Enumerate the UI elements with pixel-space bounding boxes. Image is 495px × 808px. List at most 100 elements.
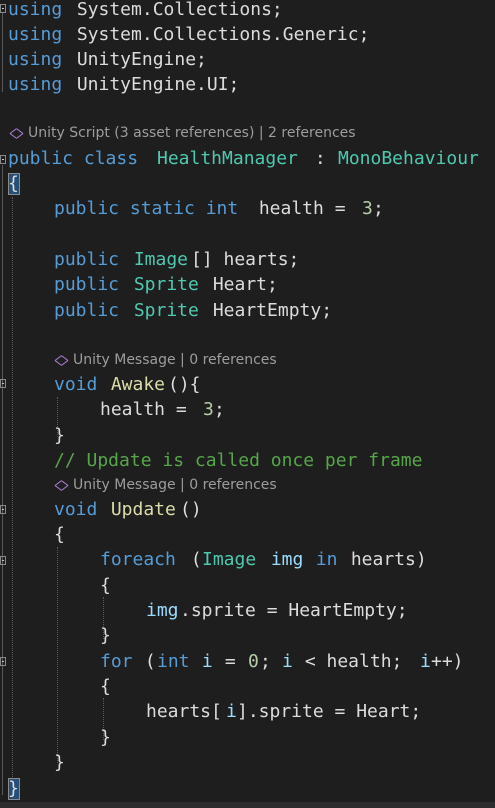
code-line[interactable]: hearts[ i ].sprite = Heart;: [0, 699, 421, 724]
variable: i: [420, 651, 431, 672]
code-line[interactable]: void Awake (){: [0, 372, 201, 397]
brace: }: [54, 425, 65, 446]
type-name: Sprite: [123, 274, 199, 295]
code-line[interactable]: foreach ( Image img in hearts): [0, 547, 427, 572]
code-line[interactable]: using System.Collections.Generic;: [0, 22, 369, 47]
code-line[interactable]: }: [0, 725, 111, 750]
variable: img: [146, 600, 179, 621]
punctuation: (: [180, 549, 202, 570]
punctuation: (: [134, 651, 156, 672]
keyword: public static int: [54, 198, 239, 219]
code-text: < health;: [294, 651, 414, 672]
code-line[interactable]: {: [0, 674, 111, 699]
keyword: public: [54, 274, 120, 295]
base-class: MonoBehaviour: [338, 148, 479, 169]
code-line[interactable]: {: [0, 171, 43, 196]
brace: }: [100, 727, 111, 748]
punctuation: ;: [260, 651, 282, 672]
brace: {: [8, 173, 19, 194]
variable: i: [282, 651, 293, 672]
keyword: using: [8, 49, 63, 70]
keyword: using: [8, 74, 63, 95]
code-editor[interactable]: using System.Collections; using System.C…: [0, 0, 495, 808]
keyword: int: [157, 651, 190, 672]
keyword: public class: [8, 148, 149, 169]
variable: i: [226, 701, 237, 722]
brace: {: [54, 524, 65, 545]
number: 3: [203, 399, 214, 420]
punctuation: ;: [214, 399, 225, 420]
code-text: .sprite = HeartEmpty;: [180, 600, 408, 621]
codelens-text: Unity Message | 0 references: [73, 477, 277, 493]
namespace: System.Collections;: [66, 0, 283, 20]
punctuation: (): [180, 499, 202, 520]
type-name: Image: [123, 249, 189, 270]
punctuation: =: [214, 651, 247, 672]
code-text: health =: [100, 399, 198, 420]
code-line[interactable]: for ( int i = 0 ; i < health; i ++): [0, 649, 464, 674]
keyword: public: [54, 249, 120, 270]
punctuation: (){: [168, 374, 201, 395]
code-line[interactable]: public static int health = 3 ;: [0, 196, 384, 221]
code-line[interactable]: health = 3 ;: [0, 397, 225, 422]
code-line[interactable]: using UnityEngine.UI;: [0, 72, 239, 97]
punctuation: ;: [373, 198, 384, 219]
code-text: health =: [248, 198, 357, 219]
punctuation: ++): [431, 651, 464, 672]
code-line[interactable]: using UnityEngine;: [0, 47, 207, 72]
codelens[interactable]: Unity Message | 0 references: [0, 473, 277, 498]
brace: {: [100, 575, 111, 596]
code-line[interactable]: public class HealthManager : MonoBehavio…: [0, 146, 479, 171]
code-line[interactable]: {: [0, 573, 111, 598]
code-line[interactable]: img .sprite = HeartEmpty;: [0, 598, 408, 623]
method-name: Update: [100, 499, 176, 520]
number: 3: [362, 198, 373, 219]
keyword: for: [100, 651, 133, 672]
method-name: Awake: [100, 374, 166, 395]
codelens-text: Unity Message | 0 references: [73, 352, 277, 368]
type-name: Sprite: [123, 300, 199, 321]
code-line[interactable]: public Sprite Heart;: [0, 272, 278, 297]
code-text: Heart;: [202, 274, 278, 295]
codelens-text: Unity Script (3 asset references) | 2 re…: [28, 125, 356, 141]
codelens[interactable]: Unity Message | 0 references: [0, 348, 277, 373]
namespace: UnityEngine.UI;: [66, 74, 240, 95]
code-line[interactable]: }: [0, 776, 43, 801]
namespace: System.Collections.Generic;: [66, 24, 370, 45]
keyword: foreach: [100, 549, 176, 570]
code-line[interactable]: }: [0, 623, 111, 648]
code-text: hearts[: [146, 701, 222, 722]
number: 0: [248, 651, 259, 672]
indent-guide: [57, 547, 58, 763]
variable: i: [191, 651, 213, 672]
code-text: [] hearts;: [191, 249, 300, 270]
codelens[interactable]: Unity Script (3 asset references) | 2 re…: [0, 121, 356, 146]
code-line[interactable]: // Update is called once per frame: [0, 448, 422, 473]
code-line[interactable]: using System.Collections;: [0, 0, 283, 22]
brace: }: [100, 625, 111, 646]
comment: // Update is called once per frame: [54, 450, 423, 471]
keyword: using: [8, 0, 63, 20]
class-name: HealthManager: [157, 148, 298, 169]
horizontal-scrollbar[interactable]: [0, 802, 495, 808]
keyword: in: [305, 549, 338, 570]
code-line[interactable]: public Sprite HeartEmpty;: [0, 298, 332, 323]
code-line[interactable]: }: [0, 423, 65, 448]
code-line[interactable]: }: [0, 750, 65, 775]
code-text: hearts): [340, 549, 427, 570]
brace: {: [100, 676, 111, 697]
brace: }: [54, 752, 65, 773]
keyword: using: [8, 24, 63, 45]
code-line[interactable]: public Image [] hearts;: [0, 247, 299, 272]
code-text: HeartEmpty;: [202, 300, 333, 321]
punctuation: :: [304, 148, 337, 169]
unity-icon: [54, 480, 69, 491]
type-name: Image: [202, 549, 257, 570]
code-line[interactable]: void Update (): [0, 497, 202, 522]
namespace: UnityEngine;: [66, 49, 207, 70]
unity-icon: [54, 355, 69, 366]
code-text: ].sprite = Heart;: [237, 701, 422, 722]
brace: }: [8, 778, 19, 799]
keyword: void: [54, 374, 98, 395]
code-line[interactable]: {: [0, 522, 65, 547]
